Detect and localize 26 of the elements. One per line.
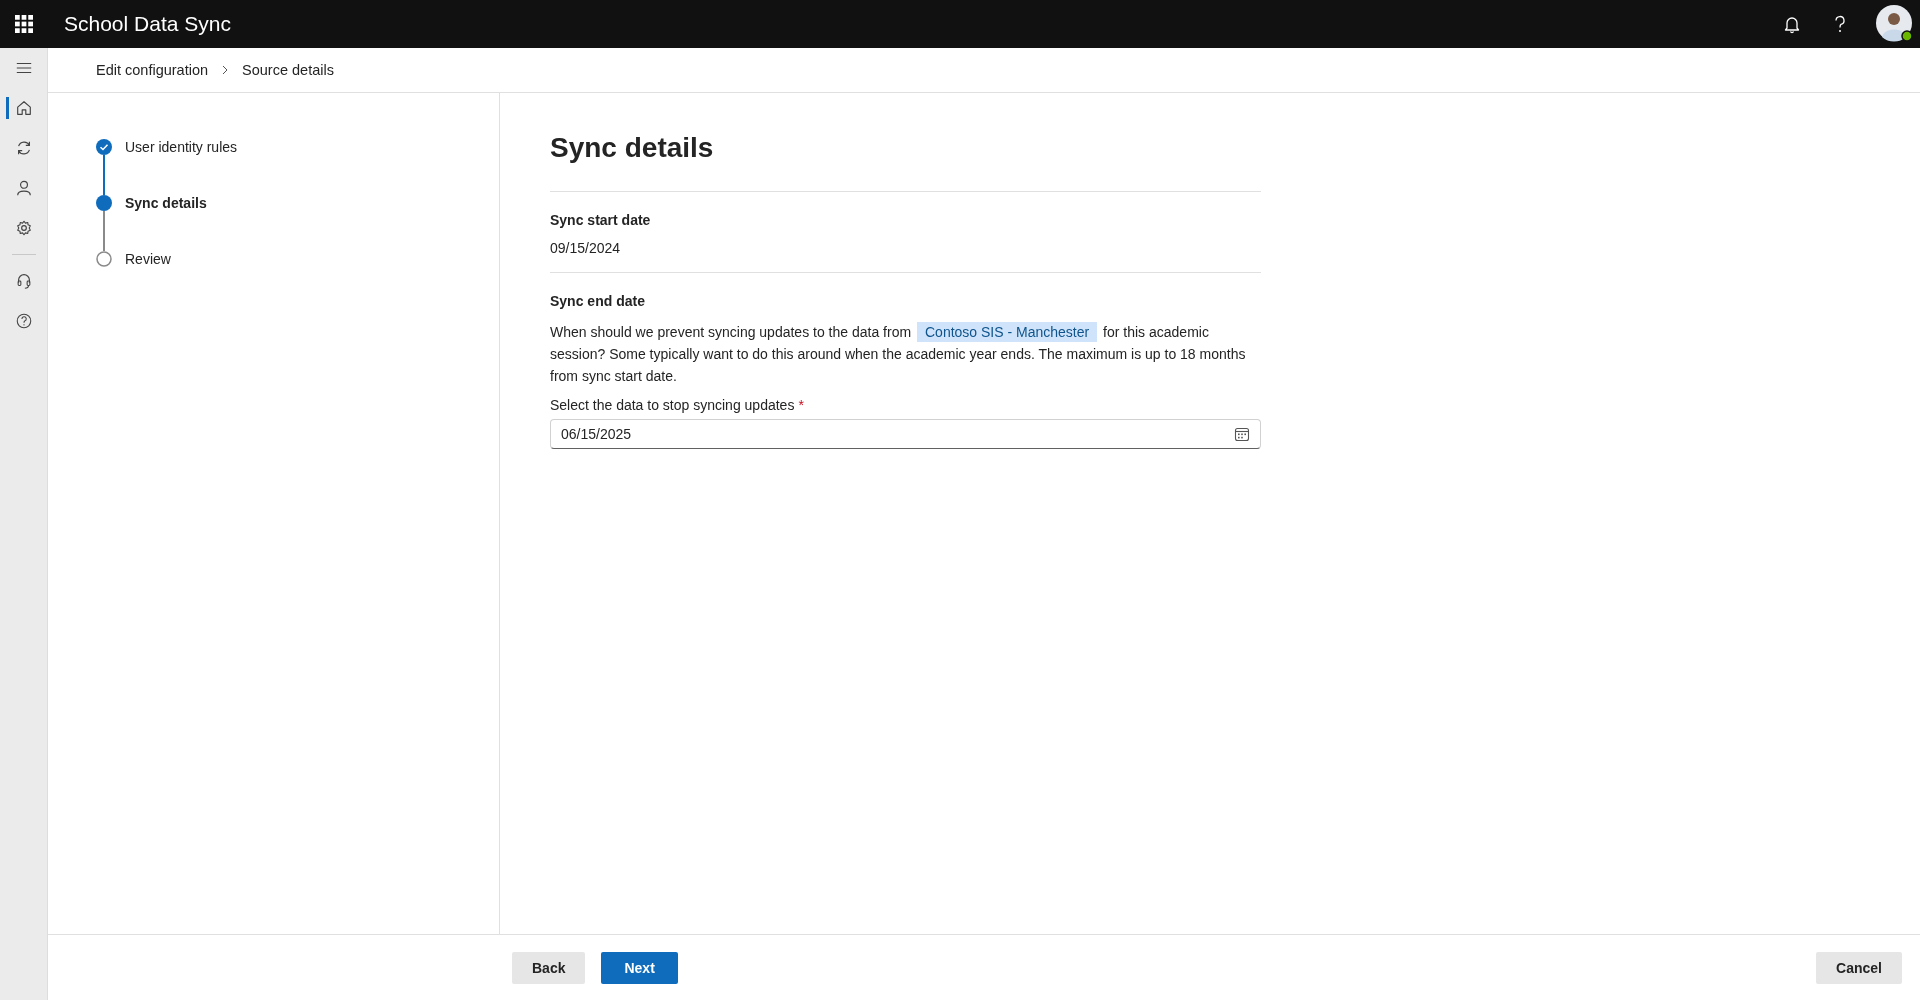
user-avatar-icon[interactable] (1876, 5, 1914, 43)
section-heading: Sync end date (550, 293, 646, 309)
date-input-field[interactable]: 06/15/2025 (550, 419, 1261, 449)
back-button[interactable]: Back (512, 951, 586, 984)
app-title: School Data Sync (64, 12, 232, 36)
app-launcher-icon[interactable] (15, 15, 33, 33)
cancel-button[interactable]: Cancel (1816, 951, 1902, 984)
step-label[interactable]: Review (125, 251, 171, 267)
calendar-icon[interactable] (1234, 426, 1250, 442)
step-label[interactable]: Sync details (125, 195, 207, 211)
person-icon[interactable] (14, 179, 33, 197)
breadcrumb-link[interactable]: Source details (242, 62, 334, 78)
breadcrumb-link[interactable]: Edit configuration (96, 62, 209, 78)
home-icon[interactable] (14, 99, 33, 117)
next-button[interactable]: Next (601, 951, 678, 984)
help-icon[interactable] (14, 312, 33, 330)
page-title: Sync details (550, 131, 715, 165)
start-date-value: 09/15/2024 (550, 240, 622, 256)
notification-bell-icon[interactable] (1782, 14, 1802, 34)
field-label: Select the data to stop syncing updates (550, 397, 795, 413)
source-tag: Contoso SIS - Manchester (917, 322, 1098, 342)
description-text: When should we prevent syncing updates to the data from Contoso SIS - Manchester for this academic session? Some typically want to do this around when the academic year ends. The maximum is up to 18 months from sync start date. (550, 321, 1247, 386)
step-label[interactable]: User identity rules (125, 139, 238, 155)
settings-icon[interactable] (14, 219, 33, 237)
section-heading: Sync start date (550, 212, 652, 228)
required-mark: * (798, 397, 804, 413)
